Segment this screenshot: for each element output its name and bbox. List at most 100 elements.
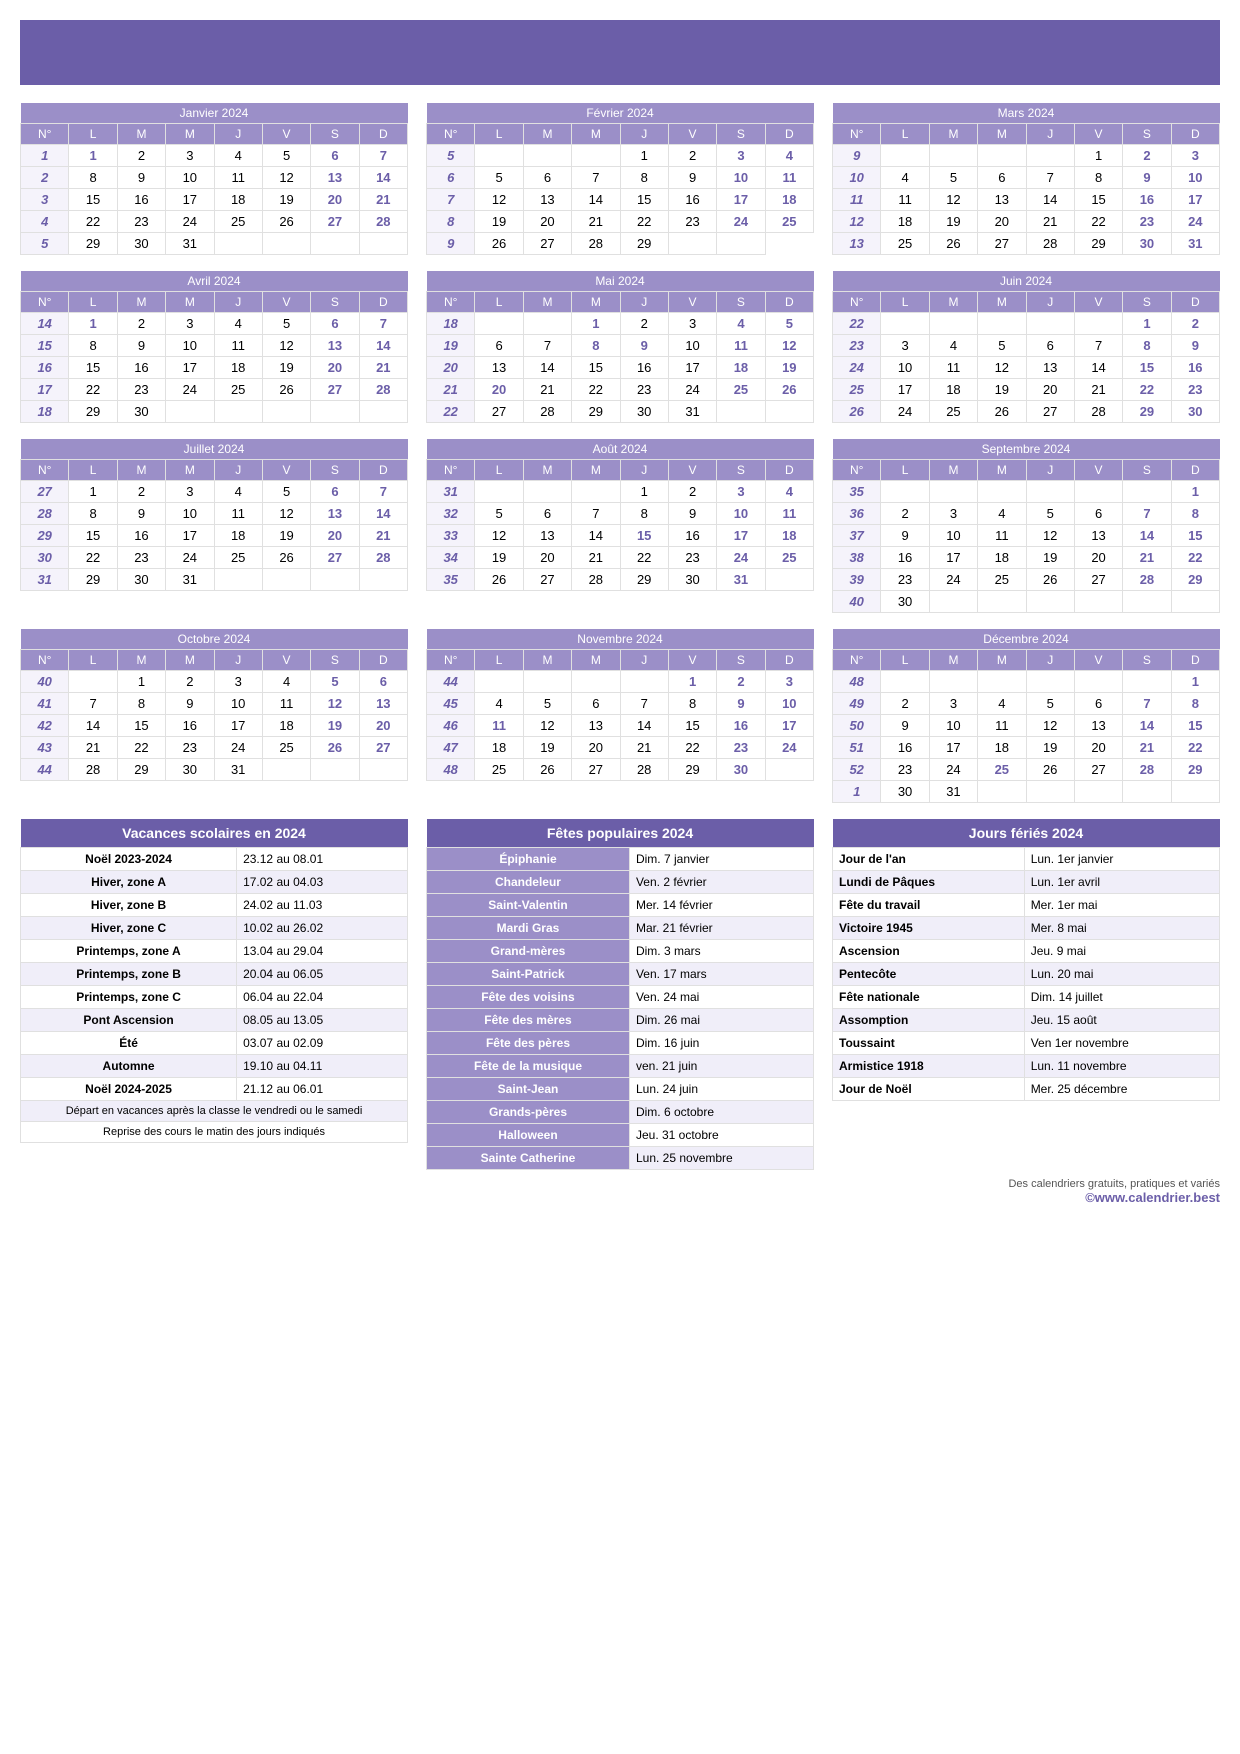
day-cell: 7	[572, 503, 620, 525]
jours-feries-date: Jeu. 15 août	[1024, 1009, 1219, 1032]
day-cell: 19	[978, 379, 1026, 401]
week-row: 492345678	[833, 693, 1220, 715]
day-cell	[1026, 781, 1074, 803]
jours-feries-row: Victoire 1945Mer. 8 mai	[833, 917, 1220, 940]
day-cell: 21	[572, 547, 620, 569]
vacances-row: Printemps, zone B20.04 au 06.05	[21, 963, 408, 986]
jours-feries-row: Lundi de PâquesLun. 1er avril	[833, 871, 1220, 894]
fetes-date: Dim. 26 mai	[629, 1009, 813, 1032]
week-row: 2517181920212223	[833, 379, 1220, 401]
week-row: 379101112131415	[833, 525, 1220, 547]
day-cell: 11	[262, 693, 310, 715]
day-cell: D	[765, 292, 813, 313]
day-cell: 7	[523, 335, 571, 357]
week-number: N°	[427, 124, 475, 145]
fetes-section: Fêtes populaires 2024ÉpiphanieDim. 7 jan…	[426, 819, 814, 1170]
week-number: 41	[21, 693, 69, 715]
footer-url: ©www.calendrier.best	[20, 1190, 1220, 1205]
week-number: 25	[833, 379, 881, 401]
day-cell: 23	[668, 211, 716, 233]
day-cell: 4	[978, 693, 1026, 715]
day-cell: 15	[668, 715, 716, 737]
day-cell: 27	[978, 233, 1026, 255]
day-cell: 11	[881, 189, 929, 211]
week-row: 2120212223242526	[427, 379, 814, 401]
day-cell: 23	[620, 379, 668, 401]
day-cell	[978, 481, 1026, 503]
day-cell: 3	[1171, 145, 1219, 167]
fetes-label: Fête des voisins	[427, 986, 630, 1009]
day-cell: J	[620, 292, 668, 313]
day-cell: 20	[1074, 737, 1122, 759]
month-name-3: Avril 2024	[21, 271, 408, 292]
day-cell: 20	[311, 525, 359, 547]
week-number: 28	[21, 503, 69, 525]
week-number: N°	[21, 460, 69, 481]
day-cell: 24	[717, 547, 765, 569]
day-cell: 1	[620, 145, 668, 167]
day-cell: 25	[978, 569, 1026, 591]
day-cell	[978, 671, 1026, 693]
day-cell: 20	[1074, 547, 1122, 569]
fetes-label: Grands-pères	[427, 1101, 630, 1124]
day-cell: 15	[620, 525, 668, 547]
week-row: 422232425262728	[21, 211, 408, 233]
day-cell	[475, 145, 523, 167]
day-cell: 9	[117, 503, 165, 525]
day-cell: 7	[359, 481, 407, 503]
day-cell: S	[717, 650, 765, 671]
week-number: 35	[833, 481, 881, 503]
week-row: 1218192021222324	[833, 211, 1220, 233]
day-cell: 25	[214, 547, 262, 569]
day-cell: L	[69, 124, 117, 145]
vacances-label: Hiver, zone B	[21, 894, 237, 917]
day-cell	[717, 401, 765, 423]
day-cell: V	[1074, 460, 1122, 481]
fetes-date: Jeu. 31 octobre	[629, 1124, 813, 1147]
week-row: 233456789	[833, 335, 1220, 357]
day-cell: 15	[1171, 715, 1219, 737]
week-row: 15891011121314	[21, 335, 408, 357]
month-0: Janvier 2024N°LMMJVSD1123456728910111213…	[20, 103, 408, 255]
day-cell	[311, 759, 359, 781]
day-cell: L	[881, 460, 929, 481]
week-number: 39	[833, 569, 881, 591]
vacances-row: Été03.07 au 02.09	[21, 1032, 408, 1055]
week-number: 48	[427, 759, 475, 781]
day-cell: 15	[69, 189, 117, 211]
day-cell: 13	[359, 693, 407, 715]
week-row: 32567891011	[427, 503, 814, 525]
day-cell	[523, 481, 571, 503]
day-cell: 6	[1026, 335, 1074, 357]
week-number: 26	[833, 401, 881, 423]
week-row: N°LMMJVSD	[833, 460, 1220, 481]
vacances-label: Printemps, zone A	[21, 940, 237, 963]
week-row: 222728293031	[427, 401, 814, 423]
day-cell: M	[929, 460, 977, 481]
vacances-row: Hiver, zone B24.02 au 11.03	[21, 894, 408, 917]
day-cell: V	[1074, 292, 1122, 313]
day-cell: 18	[214, 525, 262, 547]
month-name-7: Août 2024	[427, 439, 814, 460]
day-cell: 7	[1123, 693, 1171, 715]
day-cell: 15	[69, 525, 117, 547]
day-cell: 24	[166, 379, 214, 401]
day-cell	[620, 671, 668, 693]
day-cell: 27	[1026, 401, 1074, 423]
week-row: 2624252627282930	[833, 401, 1220, 423]
day-cell	[69, 671, 117, 693]
day-cell	[1074, 671, 1122, 693]
vacances-date: 19.10 au 04.11	[237, 1055, 408, 1078]
day-cell: 4	[475, 693, 523, 715]
day-cell: 8	[1171, 503, 1219, 525]
vacances-date: 23.12 au 08.01	[237, 848, 408, 871]
day-cell: 6	[311, 145, 359, 167]
week-row: 4428293031	[21, 759, 408, 781]
day-cell	[978, 313, 1026, 335]
day-cell: J	[1026, 124, 1074, 145]
week-number: 42	[21, 715, 69, 737]
day-cell: M	[572, 460, 620, 481]
week-row: 481	[833, 671, 1220, 693]
day-cell: 16	[881, 737, 929, 759]
week-number: 18	[21, 401, 69, 423]
